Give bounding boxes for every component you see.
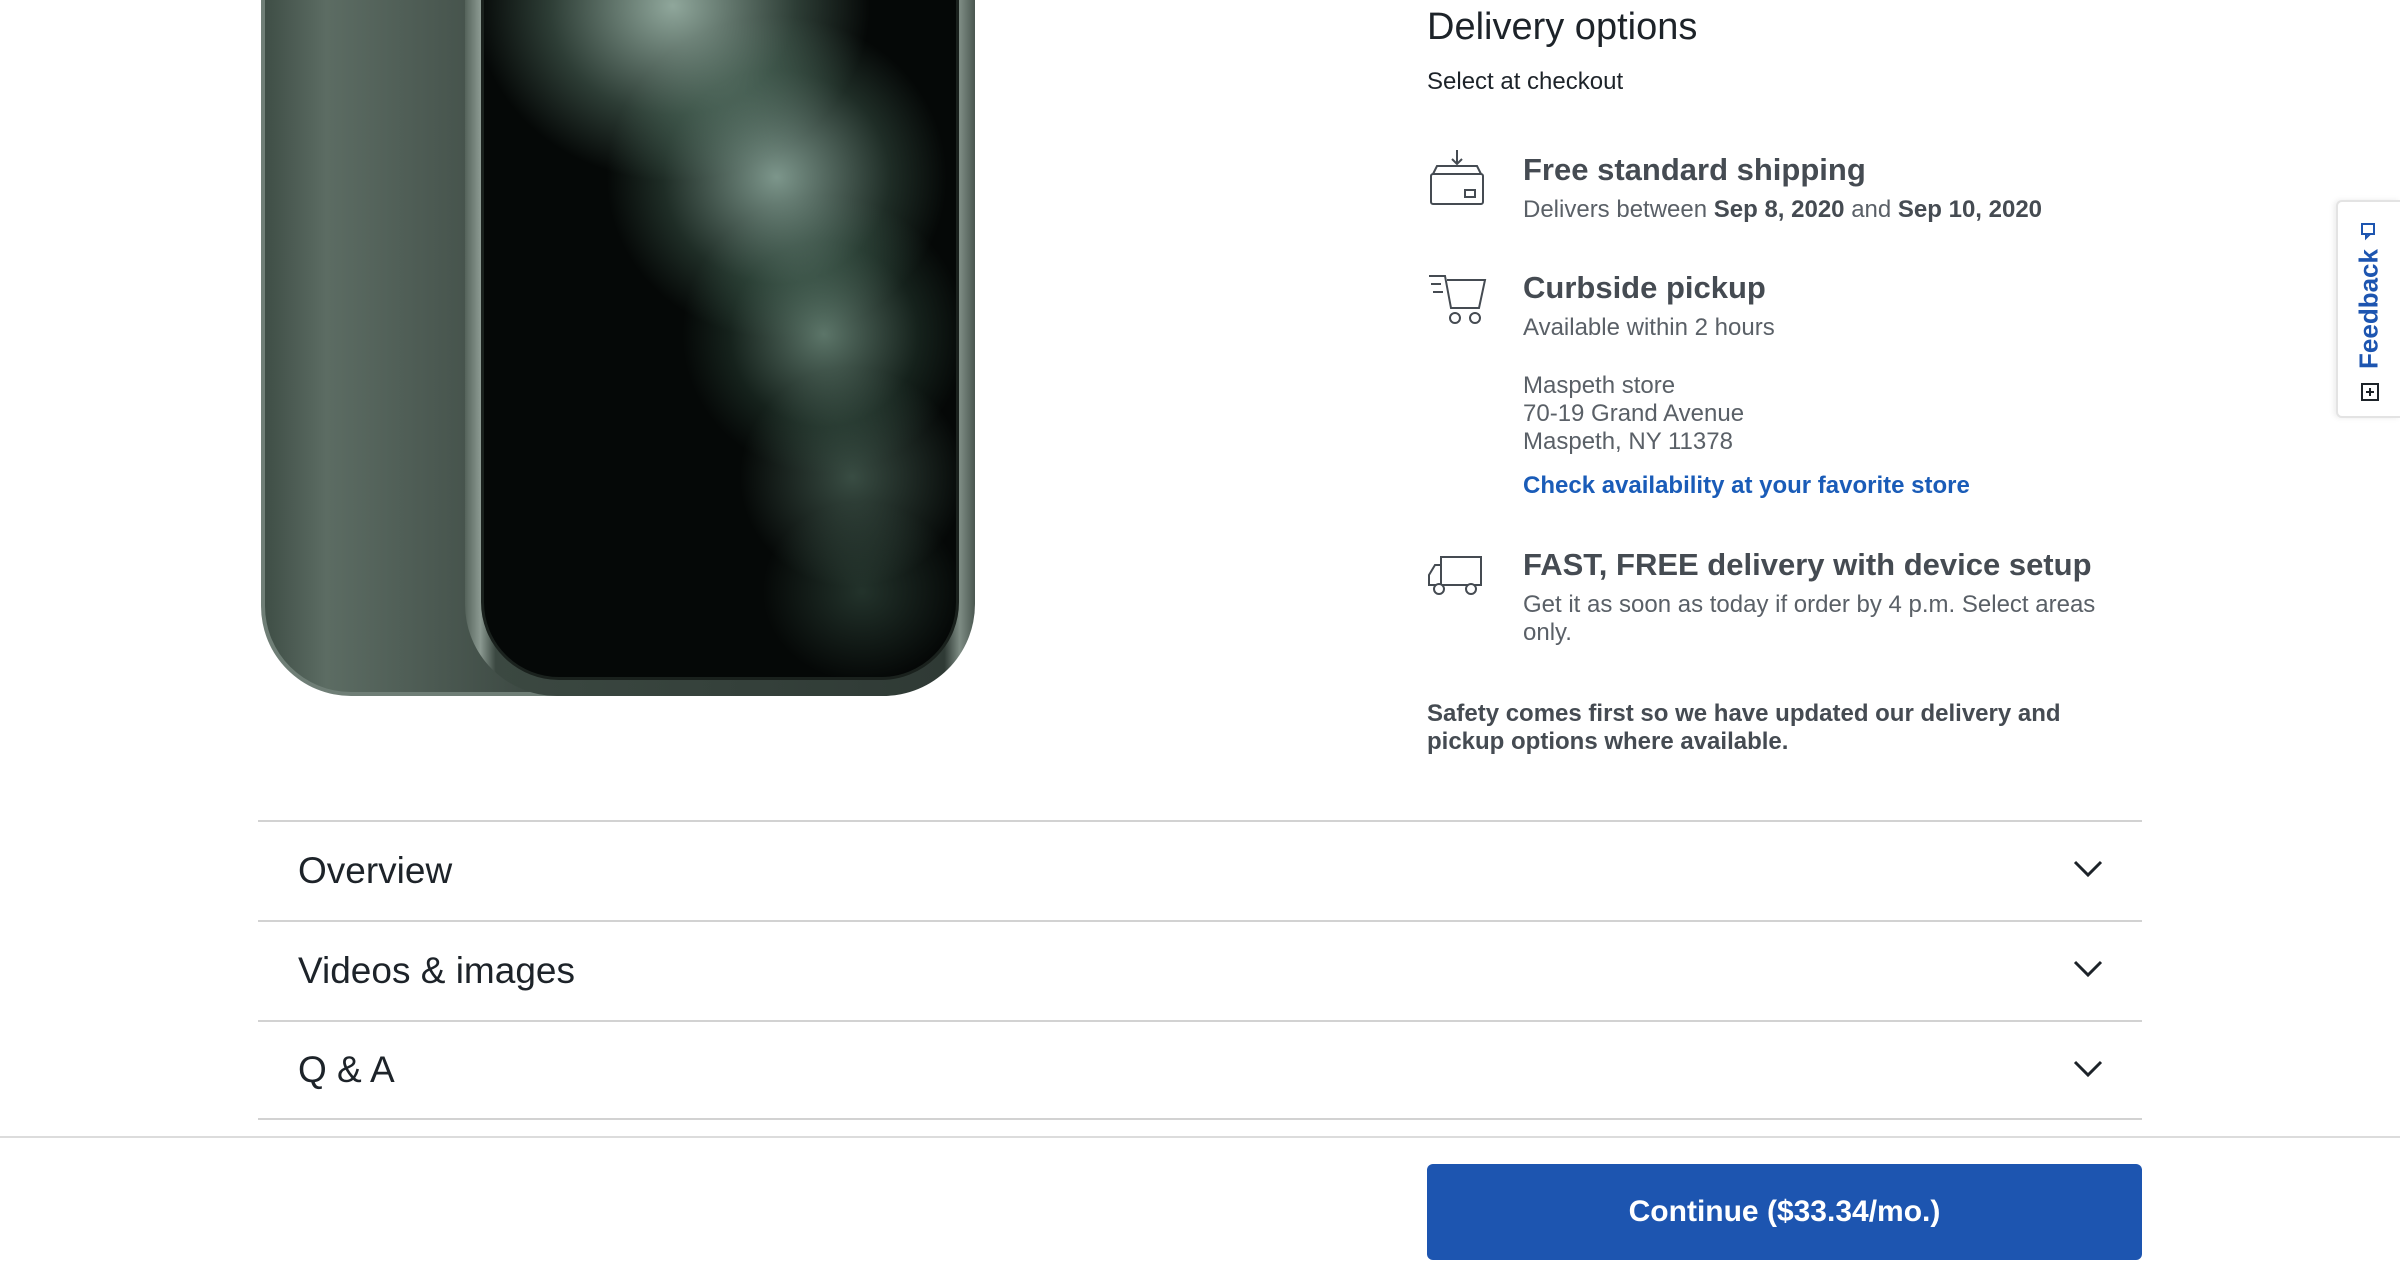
safety-note: Safety comes first so we have updated ou…	[1427, 700, 2061, 755]
feedback-label: Feedback	[2353, 249, 2384, 369]
product-details-accordion: Overview Videos & images Q & A	[258, 820, 2142, 1120]
store-city: Maspeth, NY 11378	[1523, 428, 1733, 455]
option-title: Free standard shipping	[1523, 152, 1866, 187]
phone-screen	[481, 0, 959, 680]
option-title: FAST, FREE delivery with device setup	[1523, 547, 2092, 582]
delivery-options-title: Delivery options	[1427, 6, 1698, 48]
delivery-truck-icon	[1428, 556, 1482, 595]
continue-button[interactable]: Continue ($33.34/mo.)	[1427, 1164, 2142, 1260]
store-name: Maspeth store	[1523, 372, 1676, 399]
sticky-footer-bar: Continue ($33.34/mo.)	[0, 1136, 2400, 1282]
delivery-options-subtitle: Select at checkout	[1427, 68, 1624, 95]
store-info: Maspeth store 70-19 Grand Avenue Maspeth…	[1523, 372, 2141, 456]
phone-front-image	[465, 0, 975, 696]
chat-icon	[2361, 223, 2375, 241]
delivery-end-date: Sep 10, 2020	[1897, 196, 2043, 223]
product-image	[255, 0, 975, 700]
chevron-down-icon	[2073, 1060, 2103, 1078]
accordion-overview[interactable]: Overview	[258, 820, 2142, 920]
shopping-cart-icon	[1429, 275, 1487, 324]
feedback-tab[interactable]: Feedback	[2336, 200, 2400, 418]
accordion-label: Q & A	[298, 1049, 395, 1090]
option-description: Delivers between Sep 8, 2020 and Sep 10,…	[1523, 196, 2043, 223]
option-description: Available within 2 hours	[1523, 314, 1775, 341]
check-availability-link[interactable]: Check availability at your favorite stor…	[1523, 472, 1970, 500]
accordion-label: Videos & images	[298, 950, 575, 991]
accordion-qa[interactable]: Q & A	[258, 1020, 2142, 1120]
option-title: Curbside pickup	[1523, 270, 1766, 305]
accordion-videos-images[interactable]: Videos & images	[258, 920, 2142, 1020]
plus-box-icon	[2361, 383, 2379, 401]
package-box-icon	[1430, 150, 1484, 205]
chevron-down-icon	[2073, 960, 2103, 978]
chevron-down-icon	[2073, 860, 2103, 878]
delivery-start-date: Sep 8, 2020	[1713, 196, 1845, 223]
accordion-label: Overview	[298, 850, 453, 891]
option-description: Get it as soon as today if order by 4 p.…	[1523, 591, 2096, 646]
store-address: 70-19 Grand Avenue	[1523, 400, 1745, 427]
